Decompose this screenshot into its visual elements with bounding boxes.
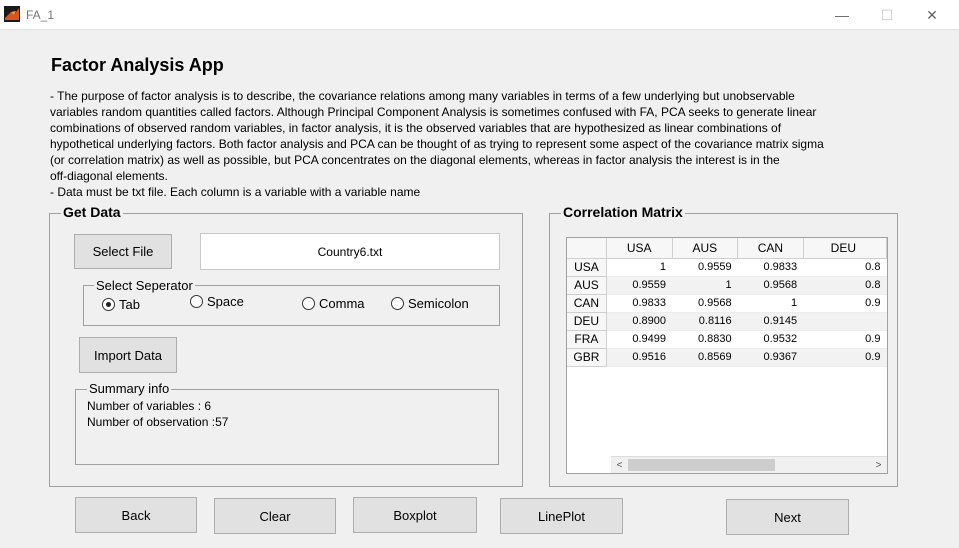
row-header: DEU	[567, 312, 607, 331]
select-file-button[interactable]: Select File	[74, 234, 172, 269]
lineplot-button[interactable]: LinePlot	[500, 498, 623, 534]
row-header: GBR	[567, 348, 607, 367]
table-cell[interactable]: 0.8	[803, 276, 887, 295]
radio-semicolon-label: Semicolon	[408, 296, 469, 311]
window-titlebar: FA_1 — ☐ ✕	[0, 0, 959, 30]
table-cell[interactable]: 1	[672, 276, 738, 295]
table-row: DEU 0.8900 0.8116 0.9145	[567, 312, 887, 331]
back-button[interactable]: Back	[75, 497, 197, 533]
table-corner	[567, 238, 607, 259]
minimize-icon: —	[835, 7, 849, 23]
radio-space[interactable]: Space	[190, 294, 244, 309]
table-cell[interactable]: 0.9	[803, 348, 887, 367]
boxplot-button[interactable]: Boxplot	[353, 497, 477, 533]
summary-legend: Summary info	[87, 381, 172, 396]
table-cell[interactable]: 0.9367	[737, 348, 804, 367]
column-header: DEU	[803, 238, 887, 259]
horizontal-scrollbar[interactable]: < >	[611, 456, 887, 473]
table-cell[interactable]: 0.9568	[737, 276, 804, 295]
table-cell[interactable]: 0.8900	[606, 312, 673, 331]
table-cell[interactable]: 0.9499	[606, 330, 673, 349]
close-button[interactable]: ✕	[909, 0, 955, 30]
clear-button[interactable]: Clear	[214, 498, 336, 534]
radio-tab[interactable]: Tab	[102, 297, 140, 312]
description-line: hypothetical underlying factors. Both fa…	[50, 137, 824, 151]
table-cell[interactable]: 1	[737, 294, 804, 313]
table-cell[interactable]: 0.9145	[737, 312, 804, 331]
table-cell[interactable]	[803, 312, 887, 331]
description-line: combinations of observed random variable…	[50, 121, 782, 135]
row-header: AUS	[567, 276, 607, 295]
column-header: CAN	[737, 238, 804, 259]
maximize-button[interactable]: ☐	[864, 0, 910, 30]
table-cell[interactable]: 1	[606, 258, 673, 277]
description-line: variables random quantities called facto…	[50, 105, 817, 119]
description-line: off-diagonal elements.	[50, 169, 168, 183]
correlation-legend: Correlation Matrix	[561, 204, 685, 220]
table-cell[interactable]: 0.9568	[672, 294, 738, 313]
scroll-thumb[interactable]	[628, 459, 775, 471]
table-row: GBR 0.9516 0.8569 0.9367 0.9	[567, 348, 887, 367]
correlation-table[interactable]: USA AUS CAN DEU USA 1 0.9559 0.9833 0.8 …	[566, 237, 888, 474]
variables-count: Number of variables : 6	[87, 399, 212, 413]
table-cell[interactable]: 0.9532	[737, 330, 804, 349]
row-header: CAN	[567, 294, 607, 313]
table-row: USA 1 0.9559 0.9833 0.8	[567, 258, 887, 277]
minimize-button[interactable]: —	[819, 0, 865, 30]
file-name-field: Country6.txt	[200, 233, 500, 270]
radio-unselected-icon	[391, 297, 404, 310]
table-cell[interactable]: 0.8569	[672, 348, 738, 367]
radio-space-label: Space	[207, 294, 244, 309]
table-cell[interactable]: 0.9559	[672, 258, 738, 277]
table-row: CAN 0.9833 0.9568 1 0.9	[567, 294, 887, 313]
radio-tab-label: Tab	[119, 297, 140, 312]
observations-count: Number of observation :57	[87, 415, 229, 429]
table-cell[interactable]: 0.9516	[606, 348, 673, 367]
description-line: - Data must be txt file. Each column is …	[50, 185, 421, 199]
description-line: (or correlation matrix) as well as possi…	[50, 153, 780, 167]
radio-comma-label: Comma	[319, 296, 365, 311]
scroll-right-icon[interactable]: >	[870, 457, 887, 474]
column-header: AUS	[672, 238, 739, 259]
table-cell[interactable]: 0.8116	[672, 312, 738, 331]
row-header: FRA	[567, 330, 607, 349]
table-cell[interactable]: 0.9833	[737, 258, 804, 277]
separator-legend: Select Seperator	[94, 278, 195, 293]
description: - The purpose of factor analysis is to d…	[50, 88, 900, 200]
close-icon: ✕	[926, 6, 938, 23]
page-title: Factor Analysis App	[51, 55, 224, 75]
table-row: FRA 0.9499 0.8830 0.9532 0.9	[567, 330, 887, 349]
table-cell[interactable]: 0.8	[803, 258, 887, 277]
matlab-app-icon	[4, 6, 20, 22]
description-line: - The purpose of factor analysis is to d…	[50, 89, 795, 103]
import-data-button[interactable]: Import Data	[79, 337, 177, 373]
next-button[interactable]: Next	[726, 499, 849, 535]
table-cell[interactable]: 0.9559	[606, 276, 673, 295]
table-cell[interactable]: 0.8830	[672, 330, 738, 349]
radio-unselected-icon	[302, 297, 315, 310]
radio-unselected-icon	[190, 295, 203, 308]
table-cell[interactable]: 0.9833	[606, 294, 673, 313]
radio-selected-icon	[102, 298, 115, 311]
row-header: USA	[567, 258, 607, 277]
window-title: FA_1	[26, 8, 55, 22]
table-cell[interactable]: 0.9	[803, 330, 887, 349]
table-row: AUS 0.9559 1 0.9568 0.8	[567, 276, 887, 295]
maximize-icon: ☐	[880, 6, 894, 23]
radio-comma[interactable]: Comma	[302, 296, 365, 311]
table-cell[interactable]: 0.9	[803, 294, 887, 313]
radio-semicolon[interactable]: Semicolon	[391, 296, 469, 311]
column-header: USA	[606, 238, 673, 259]
scroll-left-icon[interactable]: <	[611, 457, 628, 474]
get-data-legend: Get Data	[61, 204, 123, 220]
